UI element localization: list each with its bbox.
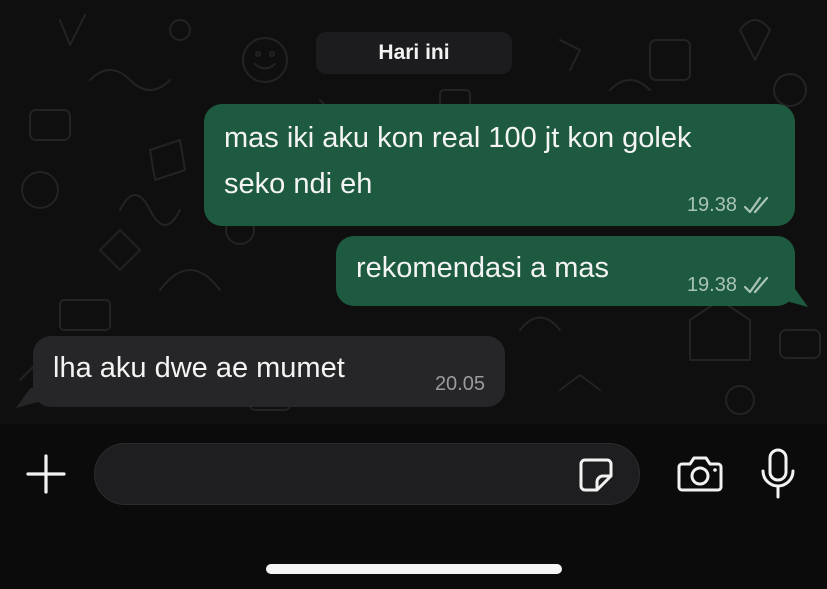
- sticker-icon: [579, 458, 613, 492]
- message-text-line: rekomendasi a mas: [356, 252, 610, 284]
- message-text-line: seko ndi eh: [224, 168, 373, 200]
- microphone-icon: [761, 448, 795, 499]
- message-bubble-outgoing[interactable]: rekomendasi a mas 19.38: [336, 236, 795, 306]
- message-time: 19.38: [686, 274, 737, 296]
- plus-icon: [26, 454, 66, 494]
- message-time: 20.05: [434, 373, 485, 395]
- message-text-line: mas iki aku kon real 100 jt kon golek: [224, 122, 692, 154]
- double-check-icon: [743, 276, 769, 294]
- camera-icon: [677, 456, 723, 492]
- message-bubble-incoming[interactable]: lha aku dwe ae mumet 20.05: [33, 336, 505, 407]
- message-meta: 19.38: [687, 272, 773, 298]
- message-meta: 20.05: [435, 371, 485, 397]
- message-composer: [0, 424, 827, 589]
- camera-button[interactable]: [674, 452, 726, 496]
- double-check-icon: [743, 196, 769, 214]
- sticker-button[interactable]: [574, 453, 618, 497]
- home-indicator[interactable]: [266, 564, 562, 574]
- attach-button[interactable]: [22, 450, 70, 498]
- message-input[interactable]: [94, 443, 640, 505]
- message-time: 19.38: [686, 194, 737, 216]
- message-text-line: lha aku dwe ae mumet: [53, 352, 345, 384]
- message-meta: 19.38: [687, 192, 773, 218]
- date-separator: Hari ini: [316, 32, 512, 74]
- microphone-button[interactable]: [756, 446, 800, 502]
- message-bubble-outgoing[interactable]: mas iki aku kon real 100 jt kon golek se…: [204, 104, 795, 226]
- chat-area[interactable]: Hari ini mas iki aku kon real 100 jt kon…: [0, 0, 827, 424]
